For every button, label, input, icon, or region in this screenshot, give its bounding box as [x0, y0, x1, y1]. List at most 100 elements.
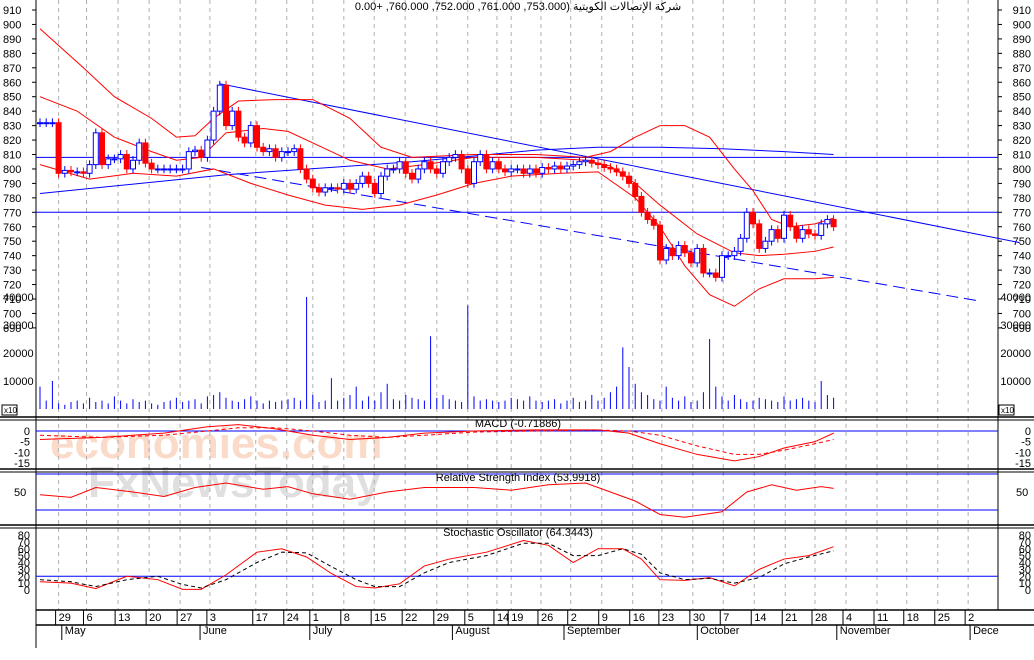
x-day-label: 19: [511, 612, 523, 624]
price-tick-right: 740: [1013, 251, 1031, 263]
x-day-label: 13: [118, 612, 130, 624]
candle-body: [626, 175, 632, 184]
price-tick-right: 760: [1013, 222, 1031, 234]
volume-multiplier-right: x10: [1001, 406, 1014, 415]
candle-body: [37, 122, 43, 125]
candle-body: [390, 168, 397, 171]
price-tick-right: 850: [1013, 92, 1031, 104]
price-tick-right: 910: [1013, 5, 1031, 17]
candle-body: [818, 223, 825, 236]
chart-title: شركة الإتصالات الكويتية (753.000, 761.00…: [355, 1, 681, 13]
candle-body: [551, 165, 558, 170]
candle-body: [80, 171, 87, 174]
candle-body: [421, 161, 428, 170]
candle-body: [142, 142, 149, 164]
candle-body: [433, 168, 440, 174]
x-day-label: 9: [602, 612, 608, 624]
price-tick-left: 870: [3, 63, 21, 75]
candle-body: [68, 169, 74, 173]
price-tick-right: 730: [1013, 265, 1031, 277]
candle-body: [731, 250, 738, 257]
price-tick-right: 880: [1013, 48, 1031, 60]
candle-body: [681, 245, 688, 254]
stoch-tick-left: 0: [24, 585, 30, 597]
candle-body: [756, 223, 763, 249]
price-tick-right: 770: [1013, 207, 1031, 219]
candle-body: [173, 168, 180, 171]
candle-body: [396, 161, 403, 170]
candle-body: [781, 214, 787, 239]
candle-body: [148, 162, 155, 170]
stochastic-title: Stochastic Oscillator (64.3443): [443, 527, 593, 539]
x-day-label: 28: [815, 612, 827, 624]
volume-tick-right: 30000: [1000, 320, 1031, 332]
candle-body: [601, 164, 608, 169]
candle-body: [464, 168, 471, 184]
x-day-label: 29: [437, 612, 449, 624]
x-month-label: September: [567, 625, 621, 637]
x-day-label: 8: [344, 612, 350, 624]
candle-body: [564, 165, 570, 170]
candle-body: [427, 161, 434, 170]
candle-body: [570, 164, 577, 167]
candle-body: [787, 214, 794, 228]
candle-body: [700, 247, 707, 274]
candle-body: [322, 187, 329, 193]
candle-body: [477, 154, 484, 163]
candle-body: [117, 154, 124, 160]
volume-tick-left: 20000: [3, 348, 34, 360]
candle-body: [762, 240, 769, 249]
price-tick-left: 700: [3, 308, 21, 320]
price-tick-left: 860: [3, 77, 21, 89]
grid: 690 690700 700710 710720 720730 730740 740750 7…: [0, 0, 1034, 648]
candle-body: [223, 84, 229, 127]
candle-body: [824, 219, 831, 225]
candle-body: [588, 159, 595, 164]
x-day-label: 29: [59, 612, 71, 624]
x-month-label: July: [313, 625, 333, 637]
x-day-label: 23: [662, 612, 674, 624]
candle-body: [458, 154, 465, 170]
candle-body: [334, 187, 341, 190]
candle-body: [285, 151, 291, 154]
volume-multiplier-left: x10: [4, 406, 17, 415]
candle-body: [483, 154, 490, 170]
candle-body: [297, 148, 304, 170]
candle-body: [489, 161, 496, 170]
price-tick-right: 890: [1013, 34, 1031, 46]
x-day-label: 27: [180, 612, 192, 624]
x-day-label: 16: [633, 612, 645, 624]
x-day-label: 1: [313, 612, 319, 624]
candle-body: [365, 175, 372, 184]
price-tick-left: 800: [3, 164, 21, 176]
x-day-label: 11: [877, 612, 888, 624]
price-tick-left: 740: [3, 251, 21, 263]
price-tick-left: 850: [3, 92, 21, 104]
x-month-label: August: [455, 625, 489, 637]
candle-body: [644, 211, 651, 221]
price-tick-right: 830: [1013, 121, 1031, 133]
candle-body: [55, 122, 62, 174]
price-tick-right: 820: [1013, 135, 1031, 147]
candle-body: [328, 187, 335, 190]
candle-body: [415, 168, 422, 180]
x-day-label: 22: [405, 612, 417, 624]
candle-body: [353, 182, 360, 190]
price-tick-left: 750: [3, 236, 21, 248]
candle-body: [260, 146, 267, 153]
candle-body: [440, 161, 446, 174]
macd-title: MACD (-0.71886): [475, 418, 561, 430]
candle-body: [576, 161, 583, 166]
candle-body: [793, 226, 800, 239]
candle-body: [74, 171, 81, 174]
x-day-label: 3: [210, 612, 216, 624]
candle-body: [409, 172, 415, 180]
descending-trendline: [219, 83, 1020, 244]
price-tick-right: 790: [1013, 178, 1031, 190]
candle-body: [316, 187, 322, 193]
candle-body: [520, 168, 527, 174]
x-day-label: 2: [968, 612, 974, 624]
candle-body: [452, 154, 459, 158]
candle-body: [198, 149, 205, 158]
x-month-label: November: [840, 625, 891, 637]
